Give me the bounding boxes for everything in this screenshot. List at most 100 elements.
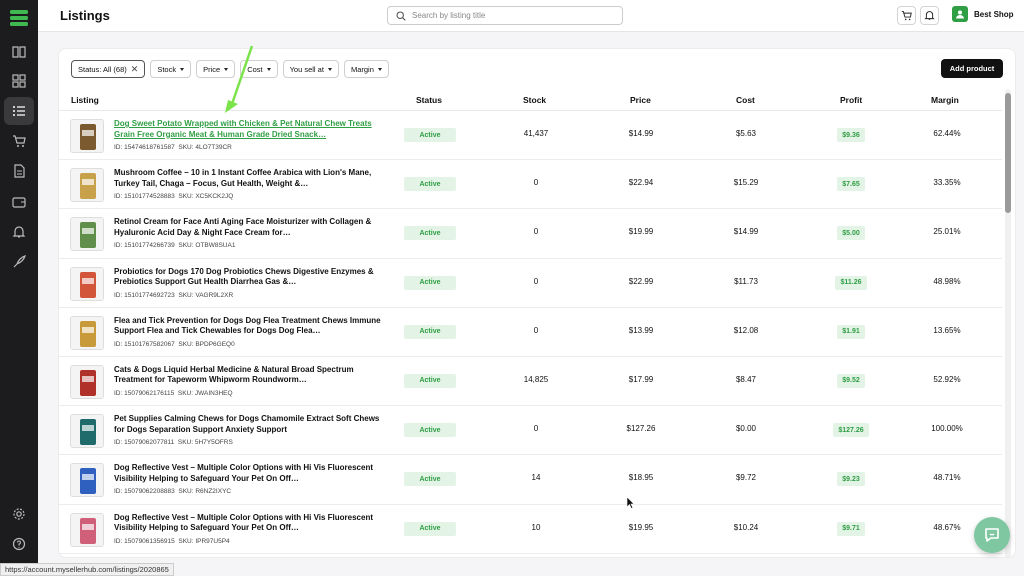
sidebar-item-orders[interactable]: [4, 127, 34, 155]
listing-sku: SKU: JWAIN3HEQ: [177, 389, 233, 397]
status-badge: Active: [404, 177, 456, 192]
table-row[interactable]: Flea and Tick Prevention for Dogs Dog Fl…: [59, 308, 1002, 357]
product-thumbnail[interactable]: [70, 266, 104, 301]
add-product-button[interactable]: Add product: [941, 59, 1003, 78]
listing-meta: ID: 15079062176115 SKU: JWAIN3HEQ: [114, 390, 233, 397]
search-box[interactable]: [387, 6, 623, 25]
product-package: [80, 419, 96, 446]
profit-cell: $7.65: [811, 160, 891, 209]
listing-sku: SKU: R6NZ2IXYC: [178, 488, 232, 496]
search-input[interactable]: [412, 11, 612, 20]
listing-meta: ID: 15101774692723 SKU: VAGR9L2XR: [114, 292, 233, 299]
sidebar-item-dashboard[interactable]: [4, 67, 34, 95]
listing-title[interactable]: Dog Sweet Potato Wrapped with Chicken & …: [114, 119, 384, 140]
filter-price[interactable]: Price: [196, 60, 236, 78]
column-price[interactable]: Price: [630, 95, 651, 105]
table-row[interactable]: Dog Reflective Vest – Multiple Color Opt…: [59, 455, 1002, 505]
shop-selector[interactable]: Best Shop: [952, 6, 1014, 22]
listing-title[interactable]: Dog Reflective Vest – Multiple Color Opt…: [114, 513, 384, 534]
listing-title[interactable]: Dog Reflective Vest – Multiple Color Opt…: [114, 463, 384, 484]
cart-icon: [13, 135, 26, 147]
listing-meta: ID: 15101774266739 SKU: OTBW8SUA1: [114, 242, 235, 249]
listings-card: Status: All (68) ✕ Stock Price Cost You …: [58, 48, 1016, 558]
listing-title[interactable]: Mushroom Coffee – 10 in 1 Instant Coffee…: [114, 168, 384, 189]
table-row[interactable]: Retinol Cream for Face Anti Aging Face M…: [59, 209, 1002, 259]
product-thumbnail[interactable]: [70, 414, 104, 449]
listing-title[interactable]: Flea and Tick Prevention for Dogs Dog Fl…: [114, 316, 384, 337]
column-margin[interactable]: Margin: [931, 95, 959, 105]
sidebar-item-documents[interactable]: [4, 157, 34, 185]
filter-cost[interactable]: Cost: [240, 60, 278, 78]
listing-sku: SKU: 5H7Y5OFRS: [177, 439, 233, 447]
product-thumbnail[interactable]: [70, 463, 104, 498]
shop-name: Best Shop: [974, 9, 1014, 19]
table-row[interactable]: Dog Sweet Potato Wrapped with Chicken & …: [59, 111, 1002, 161]
listing-meta: ID: 15079062208883 SKU: R6NZ2IXYC: [114, 488, 231, 495]
product-thumbnail[interactable]: [70, 217, 104, 252]
column-stock[interactable]: Stock: [523, 95, 546, 105]
profit-badge: $1.91: [837, 324, 865, 339]
sidebar-item-notifications[interactable]: [4, 218, 34, 246]
column-listing[interactable]: Listing: [71, 95, 99, 105]
mouse-cursor-icon: [627, 497, 635, 509]
sidebar-item-catalog[interactable]: [4, 38, 34, 66]
status-badge: Active: [404, 226, 456, 241]
filter-you-sell-at[interactable]: You sell at: [282, 60, 339, 78]
status-badge: Active: [404, 373, 456, 388]
product-thumbnail[interactable]: [70, 119, 104, 153]
cart-button[interactable]: [897, 6, 916, 25]
price-cell: $18.95: [628, 473, 654, 483]
search-icon: [396, 10, 406, 21]
listing-meta: ID: 15101767582067 SKU: BPDP6GEQ0: [114, 341, 235, 348]
listing-sku: SKU: BPDP6GEQ0: [178, 340, 235, 348]
sidebar-item-help[interactable]: [4, 530, 34, 558]
profit-cell: $9.23: [811, 455, 891, 504]
sidebar-item-settings[interactable]: [4, 500, 34, 528]
product-thumbnail[interactable]: [70, 512, 104, 547]
profit-badge: $9.23: [837, 472, 865, 487]
table-row[interactable]: Probiotics for Dogs 170 Dog Probiotics C…: [59, 259, 1002, 308]
margin-cell: 48.98%: [933, 276, 961, 286]
column-status[interactable]: Status: [416, 95, 442, 105]
filter-status[interactable]: Status: All (68) ✕: [71, 60, 146, 78]
cost-cell: $11.73: [734, 276, 758, 286]
chat-support-button[interactable]: [974, 517, 1010, 553]
scrollbar-thumb[interactable]: [1005, 93, 1011, 213]
status-badge: Active: [404, 324, 456, 339]
cost-cell: $15.29: [733, 178, 759, 188]
document-icon: [14, 164, 25, 178]
product-thumbnail[interactable]: [70, 168, 104, 203]
shop-avatar: [952, 6, 968, 22]
table-row[interactable]: Mushroom Coffee – 10 in 1 Instant Coffee…: [59, 160, 1002, 210]
margin-cell: 62.44%: [933, 129, 961, 138]
filter-margin[interactable]: Margin: [343, 60, 389, 78]
sidebar-item-listings[interactable]: [4, 97, 34, 125]
chevron-down-icon: [327, 67, 332, 71]
profit-cell: $9.71: [811, 505, 891, 554]
product-package: [80, 517, 96, 544]
sidebar-item-integrations[interactable]: [4, 248, 34, 276]
table-row[interactable]: Pet Supplies Calming Chews for Dogs Cham…: [59, 406, 1002, 456]
product-package: [80, 271, 96, 298]
price-cell: $19.95: [628, 522, 654, 532]
filter-stock[interactable]: Stock: [150, 60, 192, 78]
scrollbar[interactable]: [1005, 89, 1011, 557]
table-row[interactable]: Dog Reflective Vest – Multiple Color Opt…: [59, 505, 1002, 554]
listing-title[interactable]: Pet Supplies Calming Chews for Dogs Cham…: [114, 414, 384, 435]
page-title: Listings: [60, 8, 110, 23]
table-row[interactable]: Cats & Dogs Liquid Herbal Medicine & Nat…: [59, 357, 1002, 407]
sidebar-item-wallet[interactable]: [4, 188, 34, 216]
close-icon[interactable]: ✕: [131, 64, 139, 75]
column-cost[interactable]: Cost: [736, 95, 755, 105]
app-logo-icon[interactable]: [10, 10, 28, 26]
profit-cell: $9.36: [811, 111, 891, 160]
product-thumbnail[interactable]: [70, 364, 104, 399]
listing-title[interactable]: Retinol Cream for Face Anti Aging Face M…: [114, 217, 384, 238]
column-profit[interactable]: Profit: [840, 95, 862, 105]
listing-title[interactable]: Cats & Dogs Liquid Herbal Medicine & Nat…: [114, 365, 384, 386]
product-thumbnail[interactable]: [70, 315, 104, 350]
listing-title[interactable]: Probiotics for Dogs 170 Dog Probiotics C…: [114, 267, 384, 288]
cost-cell: $8.47: [735, 374, 757, 384]
notifications-button[interactable]: [920, 6, 939, 25]
price-cell: $127.26: [626, 424, 656, 434]
